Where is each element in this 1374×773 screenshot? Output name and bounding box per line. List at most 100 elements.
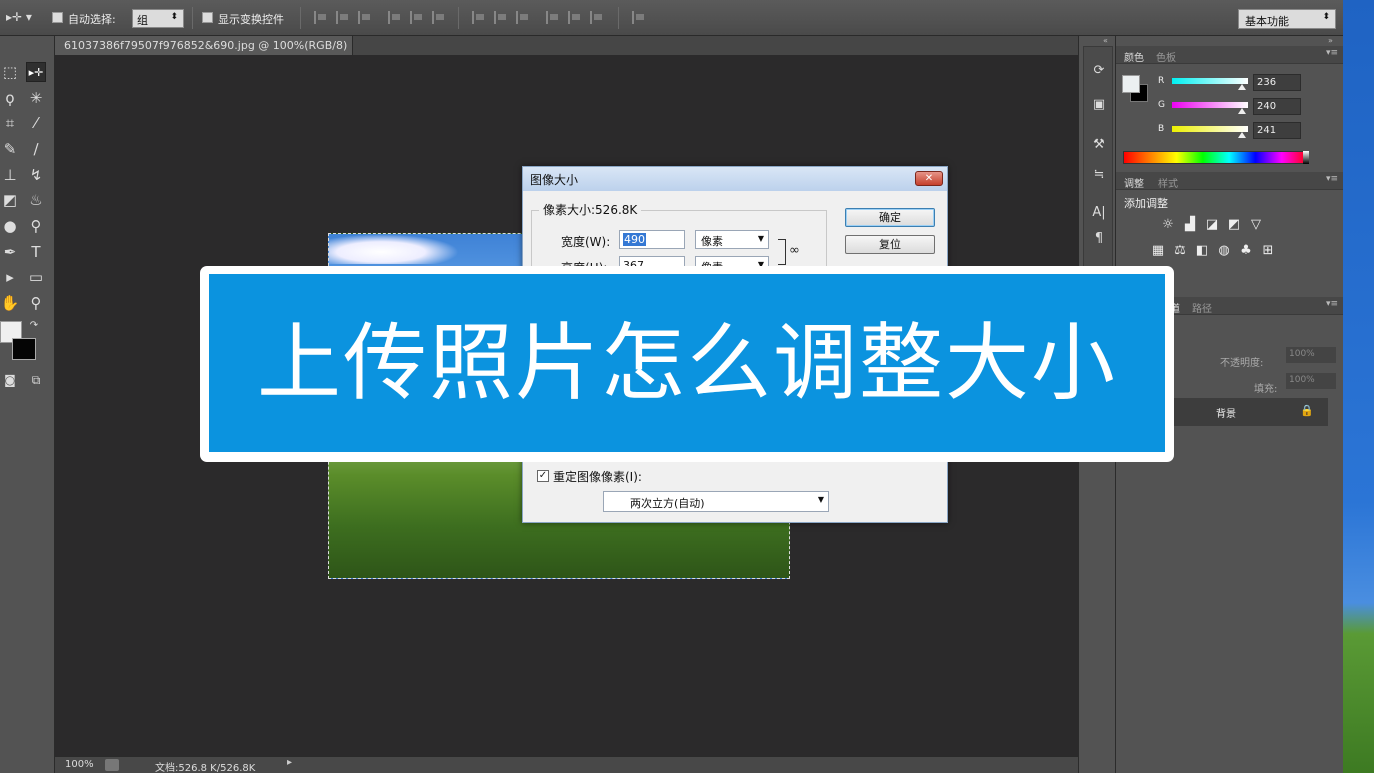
width-input[interactable]: 490	[619, 230, 685, 249]
move-tool-icon[interactable]: ▸✛ ▾	[6, 10, 32, 24]
character-panel-icon[interactable]: A|	[1090, 205, 1108, 223]
channel-g-slider[interactable]	[1172, 102, 1248, 108]
status-menu-arrow-icon[interactable]: ▸	[287, 757, 292, 768]
align-bottom-icon[interactable]	[358, 11, 372, 24]
document-tab[interactable]: 61037386f79507f976852&690.jpg @ 100%(RGB…	[55, 36, 353, 65]
panel-menu-icon[interactable]: ▾≡	[1326, 174, 1338, 184]
distribute-bottom-icon[interactable]	[516, 11, 530, 24]
auto-select-dropdown[interactable]: 组 ⬍	[132, 9, 184, 28]
resample-checkbox[interactable]: ✓	[537, 470, 549, 482]
close-icon[interactable]: ✕	[915, 171, 943, 186]
color-lookup-icon[interactable]: ⊞	[1260, 244, 1276, 258]
auto-align-icon[interactable]	[632, 11, 646, 24]
channel-g-value[interactable]: 240	[1253, 98, 1301, 115]
brush-panel-icon[interactable]: ⚒	[1090, 137, 1108, 155]
hand-tool-icon[interactable]: ✋	[0, 293, 20, 313]
path-selection-tool-icon[interactable]: ▸	[0, 267, 20, 287]
channel-r-thumb[interactable]	[1238, 84, 1246, 90]
exposure-icon[interactable]: ◩	[1226, 218, 1242, 232]
channel-r-slider[interactable]	[1172, 78, 1248, 84]
tab-paths[interactable]: 路径	[1192, 300, 1212, 315]
clone-stamp-tool-icon[interactable]: ⊥	[0, 165, 20, 185]
screen-mode-icon[interactable]: ⧉	[26, 370, 46, 390]
channel-r-value[interactable]: 236	[1253, 74, 1301, 91]
distribute-hcenter-icon[interactable]	[568, 11, 582, 24]
distribute-vcenter-icon[interactable]	[494, 11, 508, 24]
blur-tool-icon[interactable]: ●	[0, 216, 20, 236]
distribute-left-icon[interactable]	[546, 11, 560, 24]
updown-icon: ⬍	[170, 12, 178, 22]
panel-menu-icon[interactable]: ▾≡	[1326, 299, 1338, 309]
hue-saturation-icon[interactable]: ▦	[1150, 244, 1166, 258]
auto-select-checkbox[interactable]	[52, 12, 63, 23]
width-unit-select[interactable]: 像素 ▼	[695, 230, 769, 249]
document-size: 文档:526.8 K/526.8K	[155, 763, 256, 773]
marquee-tool-icon[interactable]: ⬚	[0, 62, 20, 82]
zoom-level[interactable]: 100%	[65, 759, 94, 770]
lasso-tool-icon[interactable]: ϙ	[0, 88, 20, 108]
magic-wand-tool-icon[interactable]: ✳	[26, 88, 46, 108]
opacity-value[interactable]: 100%	[1286, 347, 1336, 363]
tab-color[interactable]: 颜色	[1124, 49, 1144, 64]
tab-swatches[interactable]: 色板	[1156, 49, 1176, 64]
reset-button[interactable]: 复位	[845, 235, 935, 254]
actions-panel-icon[interactable]: ▣	[1090, 97, 1108, 115]
fill-value[interactable]: 100%	[1286, 373, 1336, 389]
vibrance-icon[interactable]: ▽	[1248, 218, 1264, 232]
black-white-icon[interactable]: ◧	[1194, 244, 1210, 258]
paint-bucket-tool-icon[interactable]: ♨	[26, 190, 46, 210]
show-transform-checkbox[interactable]	[202, 12, 213, 23]
align-vcenter-icon[interactable]	[336, 11, 350, 24]
black-white-ramp[interactable]	[1303, 151, 1309, 164]
eyedropper-tool-icon[interactable]: ⁄	[26, 113, 46, 133]
brightness-icon[interactable]: ☼	[1160, 218, 1176, 232]
dodge-tool-icon[interactable]: ⚲	[26, 216, 46, 236]
color-foreground-swatch[interactable]	[1122, 75, 1140, 93]
pen-tool-icon[interactable]: ✒	[0, 242, 20, 262]
align-hcenter-icon[interactable]	[410, 11, 424, 24]
healing-brush-tool-icon[interactable]: ✎	[0, 139, 20, 159]
align-top-icon[interactable]	[314, 11, 328, 24]
rectangle-tool-icon[interactable]: ▭	[26, 267, 46, 287]
crop-tool-icon[interactable]: ⌗	[0, 113, 20, 133]
collapse-arrows-icon[interactable]: «	[1103, 36, 1108, 45]
background-color-swatch[interactable]	[12, 338, 36, 360]
type-tool-icon[interactable]: T	[26, 242, 46, 262]
brush-tool-icon[interactable]: ∕	[26, 139, 46, 159]
expand-arrows-icon[interactable]: »	[1328, 36, 1333, 45]
quick-mask-icon[interactable]: ◙	[0, 370, 20, 390]
history-panel-icon[interactable]: ⟳	[1090, 63, 1108, 81]
tab-adjustments[interactable]: 调整	[1124, 175, 1144, 190]
width-value: 490	[623, 233, 646, 246]
photoshop-window: ▸✛ ▾ 自动选择: 组 ⬍ 显示变换控件 基本功能 ⬍ ⬚ ▸✛ ϙ ✳ ⌗ ⁄ …	[0, 0, 1374, 773]
channel-g-thumb[interactable]	[1238, 108, 1246, 114]
move-tool-icon[interactable]: ▸✛	[26, 62, 46, 82]
color-balance-icon[interactable]: ⚖	[1172, 244, 1188, 258]
distribute-right-icon[interactable]	[590, 11, 604, 24]
paragraph-panel-icon[interactable]: ¶	[1090, 231, 1108, 249]
zoom-tool-icon[interactable]: ⚲	[26, 293, 46, 313]
swap-colors-icon[interactable]: ↷	[24, 316, 44, 336]
channel-b-value[interactable]: 241	[1253, 122, 1301, 139]
panel-menu-icon[interactable]: ▾≡	[1326, 48, 1338, 58]
eraser-tool-icon[interactable]: ◩	[0, 190, 20, 210]
ok-button[interactable]: 确定	[845, 208, 935, 227]
color-spectrum-bar[interactable]	[1123, 151, 1309, 164]
options-bar: ▸✛ ▾ 自动选择: 组 ⬍ 显示变换控件 基本功能 ⬍	[0, 0, 1343, 36]
align-left-icon[interactable]	[388, 11, 402, 24]
levels-icon[interactable]: ▟	[1182, 218, 1198, 232]
history-brush-tool-icon[interactable]: ↯	[26, 165, 46, 185]
resample-method-select[interactable]: 两次立方(自动) ▼	[603, 491, 829, 512]
brush-presets-icon[interactable]: ≒	[1090, 167, 1108, 185]
distribute-top-icon[interactable]	[472, 11, 486, 24]
curves-icon[interactable]: ◪	[1204, 218, 1220, 232]
channel-mixer-icon[interactable]: ♣	[1238, 244, 1254, 258]
channel-b-thumb[interactable]	[1238, 132, 1246, 138]
align-right-icon[interactable]	[432, 11, 446, 24]
photo-filter-icon[interactable]: ◍	[1216, 244, 1232, 258]
channel-b-slider[interactable]	[1172, 126, 1248, 132]
layer-row[interactable]: 背景 🔒	[1164, 398, 1328, 426]
tab-styles[interactable]: 样式	[1158, 175, 1178, 190]
workspace-dropdown[interactable]: 基本功能 ⬍	[1238, 9, 1336, 29]
status-info-icon[interactable]	[105, 759, 119, 771]
